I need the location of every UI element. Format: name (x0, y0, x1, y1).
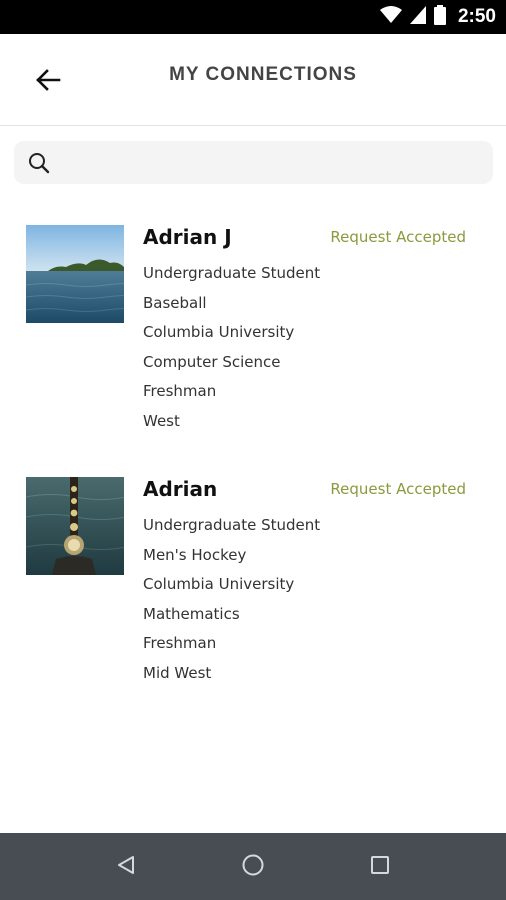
battery-icon (433, 5, 446, 29)
avatar (26, 477, 124, 575)
search-icon (28, 152, 50, 174)
connection-details: Undergraduate Student Men's Hockey Colum… (143, 511, 320, 689)
connection-name: Adrian (143, 477, 218, 501)
page-title: MY CONNECTIONS (169, 64, 357, 85)
status-bar: 2:50 (0, 0, 506, 34)
detail-region: West (143, 411, 180, 430)
detail-year: Freshman (143, 634, 217, 653)
system-nav-bar (0, 833, 506, 900)
detail-sport: Men's Hockey (143, 545, 247, 564)
detail-role: Undergraduate Student (143, 516, 321, 534)
request-status: Request Accepted (330, 228, 466, 246)
cellular-signal-icon (409, 6, 426, 28)
detail-role: Undergraduate Student (143, 264, 321, 282)
detail-university: Columbia University (143, 323, 295, 342)
detail-major: Mathematics (143, 604, 240, 623)
nav-home-icon (241, 853, 265, 881)
connection-name: Adrian J (143, 225, 232, 249)
search-input[interactable] (62, 141, 483, 184)
detail-region: Mid West (143, 663, 212, 682)
nav-back-icon (115, 854, 137, 880)
nav-recents-icon (369, 854, 391, 880)
wifi-icon (379, 6, 402, 28)
detail-sport: Baseball (143, 293, 207, 312)
connection-details: Undergraduate Student Baseball Columbia … (143, 259, 320, 437)
detail-university: Columbia University (143, 575, 295, 594)
nav-home-button[interactable] (235, 849, 271, 885)
connection-item[interactable]: Adrian J Request Accepted Undergraduate … (0, 225, 506, 465)
connection-item[interactable]: Adrian Request Accepted Undergraduate St… (0, 477, 506, 717)
app-header: MY CONNECTIONS (0, 34, 506, 126)
nav-recents-button[interactable] (362, 849, 398, 885)
status-time: 2:50 (457, 6, 496, 27)
search-bar[interactable] (14, 141, 493, 184)
detail-major: Computer Science (143, 352, 281, 371)
detail-year: Freshman (143, 382, 217, 401)
status-icons: 2:50 (379, 0, 496, 34)
avatar (26, 225, 124, 323)
request-status: Request Accepted (330, 480, 466, 498)
nav-back-button[interactable] (108, 849, 144, 885)
